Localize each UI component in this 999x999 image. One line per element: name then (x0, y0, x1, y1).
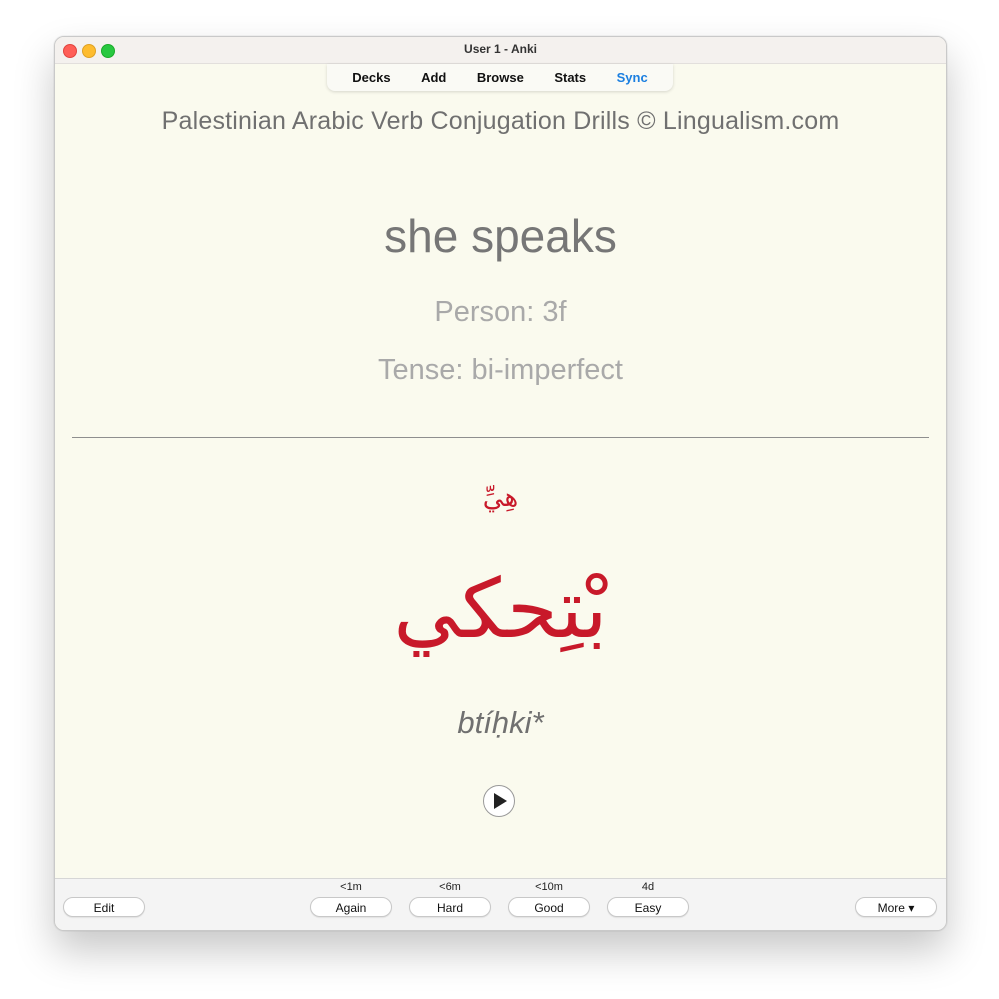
window-title: User 1 - Anki (464, 42, 537, 56)
answer-divider (72, 437, 929, 438)
transliteration: btíḥki* (457, 705, 544, 740)
hard-interval: <6m (439, 881, 461, 893)
main-toolbar: Decks Add Browse Stats Sync (327, 64, 673, 91)
answer-bar: Edit <1m Again <6m Hard <10m Good 4d Eas… (55, 878, 946, 930)
toolbar-decks[interactable]: Decks (352, 70, 390, 85)
toolbar-browse[interactable]: Browse (477, 70, 524, 85)
arabic-pronoun: هِيِّ (482, 483, 519, 513)
again-button[interactable]: Again (310, 897, 392, 917)
toolbar-stats[interactable]: Stats (554, 70, 586, 85)
play-icon (494, 793, 507, 809)
title-bar: User 1 - Anki (55, 37, 946, 64)
easy-interval: 4d (641, 881, 655, 893)
toolbar-sync[interactable]: Sync (617, 70, 648, 85)
good-interval: <10m (535, 881, 563, 893)
card-person: Person: 3f (434, 296, 567, 328)
arabic-verb: بْتِحكي (393, 562, 608, 657)
more-button[interactable]: More ▾ (855, 897, 937, 917)
easy-button[interactable]: Easy (607, 897, 689, 917)
card-prompt: she speaks (384, 210, 617, 262)
card-header: Palestinian Arabic Verb Conjugation Dril… (161, 107, 840, 135)
good-button[interactable]: Good (508, 897, 590, 917)
toolbar-add[interactable]: Add (421, 70, 446, 85)
edit-button[interactable]: Edit (63, 897, 145, 917)
card-tense: Tense: bi-imperfect (378, 354, 623, 386)
hard-button[interactable]: Hard (409, 897, 491, 917)
anki-window: User 1 - Anki Decks Add Browse Stats Syn… (54, 36, 947, 931)
again-interval: <1m (340, 881, 362, 893)
play-audio-button[interactable] (483, 785, 515, 817)
